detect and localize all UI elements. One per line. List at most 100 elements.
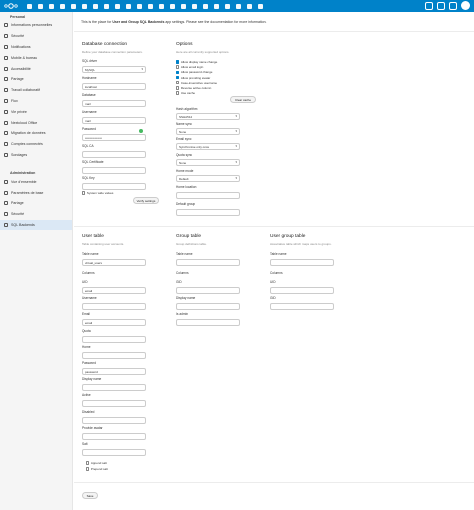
sidebar-item[interactable]: Flux [0, 96, 72, 107]
app-launcher-icon[interactable] [201, 2, 210, 11]
user-table-name-input[interactable]: virtual_users [82, 259, 146, 266]
sslca-input[interactable] [82, 151, 146, 158]
phone-icon [4, 55, 8, 60]
sidebar-item[interactable]: Informations personnelles [0, 20, 72, 31]
sidebar-item[interactable]: Migration de données [0, 128, 72, 139]
app-launcher-icon[interactable] [102, 2, 111, 11]
column-input[interactable] [176, 303, 240, 311]
column-input[interactable] [82, 384, 146, 392]
home-location-input[interactable] [176, 192, 240, 199]
app-launcher-icon[interactable] [223, 2, 232, 11]
app-launcher-icon[interactable] [124, 2, 133, 11]
column-input[interactable] [82, 400, 146, 408]
sidebar-item[interactable]: SQL Backends [0, 219, 72, 231]
sidebar-item[interactable]: Partage [0, 198, 72, 209]
sidebar-item[interactable]: Sécurité [0, 31, 72, 42]
home-mode-label: Home mode [176, 169, 194, 173]
sslcert-input[interactable] [82, 167, 146, 174]
sidebar-item[interactable]: Sondages [0, 150, 72, 161]
column-input[interactable] [82, 351, 146, 359]
username-input[interactable]: mail [82, 117, 146, 124]
option-checkbox[interactable]: Allow email login [176, 65, 203, 69]
contacts-icon[interactable] [449, 1, 457, 10]
hostname-input[interactable]: localhost [82, 83, 146, 90]
verify-settings-button[interactable]: Verify settings [133, 197, 159, 204]
app-launcher-icon[interactable] [256, 2, 265, 11]
app-launcher-icon[interactable] [58, 2, 67, 11]
app-launcher-icon[interactable] [190, 2, 199, 11]
app-launcher-icon[interactable] [179, 2, 188, 11]
app-launcher-icon[interactable] [245, 2, 254, 11]
clear-cache-button[interactable]: Clear cache [230, 96, 256, 103]
app-launcher-icon[interactable] [168, 2, 177, 11]
poll-icon [4, 152, 8, 157]
append-salt-checkbox[interactable]: Append salt [86, 461, 107, 465]
column-input[interactable] [82, 432, 146, 440]
sidebar-item[interactable]: Vue d'ensemble [0, 176, 72, 187]
option-checkbox[interactable]: Reverse active column [176, 86, 211, 90]
app-launcher-icon[interactable] [234, 2, 243, 11]
option-checkbox[interactable]: Allow password change [176, 70, 212, 74]
app-launcher-icon[interactable] [69, 2, 78, 11]
column-input[interactable] [82, 449, 146, 456]
default-group-input[interactable] [176, 209, 240, 216]
sslkey-input[interactable] [82, 183, 146, 190]
app-launcher-icon[interactable] [113, 2, 122, 11]
database-input[interactable]: mail [82, 100, 146, 107]
system-wide-checkbox[interactable]: System wide values [82, 191, 113, 195]
app-launcher-icon[interactable] [47, 2, 56, 11]
group-table-name-input[interactable] [176, 259, 240, 266]
column-input[interactable]: password [82, 368, 146, 375]
column-input[interactable] [270, 287, 334, 294]
option-checkbox[interactable]: Case-insensitive username [176, 81, 217, 85]
sidebar-item[interactable]: Sécurité [0, 209, 72, 220]
password-input[interactable]: •••••••••••••••• [82, 134, 146, 141]
app-launcher-icon[interactable] [36, 2, 45, 11]
app-launcher-icon[interactable] [80, 2, 89, 11]
app-launcher-icon[interactable] [212, 2, 221, 11]
home-mode-select[interactable]: Default [176, 175, 240, 182]
driver-select[interactable]: MySQL [82, 66, 146, 73]
column-input[interactable] [176, 319, 240, 327]
sidebar-item[interactable]: Vie privée [0, 106, 72, 117]
hash-select[interactable]: SSHA512 [176, 113, 240, 120]
column-input[interactable] [82, 416, 146, 424]
group-columns-label: Columns [176, 271, 189, 275]
option-checkbox[interactable]: Use cache [176, 91, 195, 95]
prepend-salt-checkbox[interactable]: Prepend salt [86, 467, 108, 471]
sidebar-item[interactable]: Paramètres de base [0, 187, 72, 198]
name-sync-select[interactable]: None [176, 128, 240, 135]
app-launcher-icon[interactable] [91, 2, 100, 11]
app-launcher-icon[interactable] [25, 2, 34, 11]
sidebar-item[interactable]: Nextcloud Office [0, 117, 72, 128]
app-launcher-icon[interactable] [157, 2, 166, 11]
column-input[interactable]: email [82, 319, 146, 327]
nextcloud-logo-icon[interactable] [3, 0, 19, 12]
app-launcher-icon[interactable] [146, 2, 155, 11]
sidebar-item[interactable]: Mobile & bureau [0, 52, 72, 63]
quota-sync-select[interactable]: None [176, 159, 240, 166]
option-checkbox[interactable]: Allow display name change [176, 60, 217, 64]
app-launcher-icon[interactable] [135, 2, 144, 11]
column-input[interactable] [176, 287, 240, 294]
column-label: Disabled [82, 409, 95, 414]
default-group-label: Default group [176, 202, 196, 206]
search-icon[interactable] [425, 1, 433, 10]
sidebar-item[interactable]: Notifications [0, 42, 72, 53]
user-group-table-name-input[interactable] [270, 259, 334, 266]
column-input[interactable]: email [82, 287, 146, 294]
notifications-icon[interactable] [437, 1, 445, 10]
avatar[interactable] [461, 1, 470, 10]
email-sync-select[interactable]: Synchronise only once [176, 143, 240, 150]
column-input[interactable] [82, 303, 146, 311]
sidebar-item[interactable]: Comptes connectés [0, 139, 72, 150]
sidebar-item[interactable]: Travail collaboratif [0, 85, 72, 96]
save-button[interactable]: Save [82, 492, 98, 499]
sidebar-item[interactable]: Partage [0, 74, 72, 85]
options-section-title: Options [176, 42, 193, 47]
column-input[interactable] [270, 303, 334, 311]
sidebar-item[interactable]: Accessibilité [0, 63, 72, 74]
option-checkbox[interactable]: Allow providing avatar [176, 76, 210, 80]
option-label: Reverse active column [180, 86, 212, 90]
column-input[interactable] [82, 335, 146, 343]
